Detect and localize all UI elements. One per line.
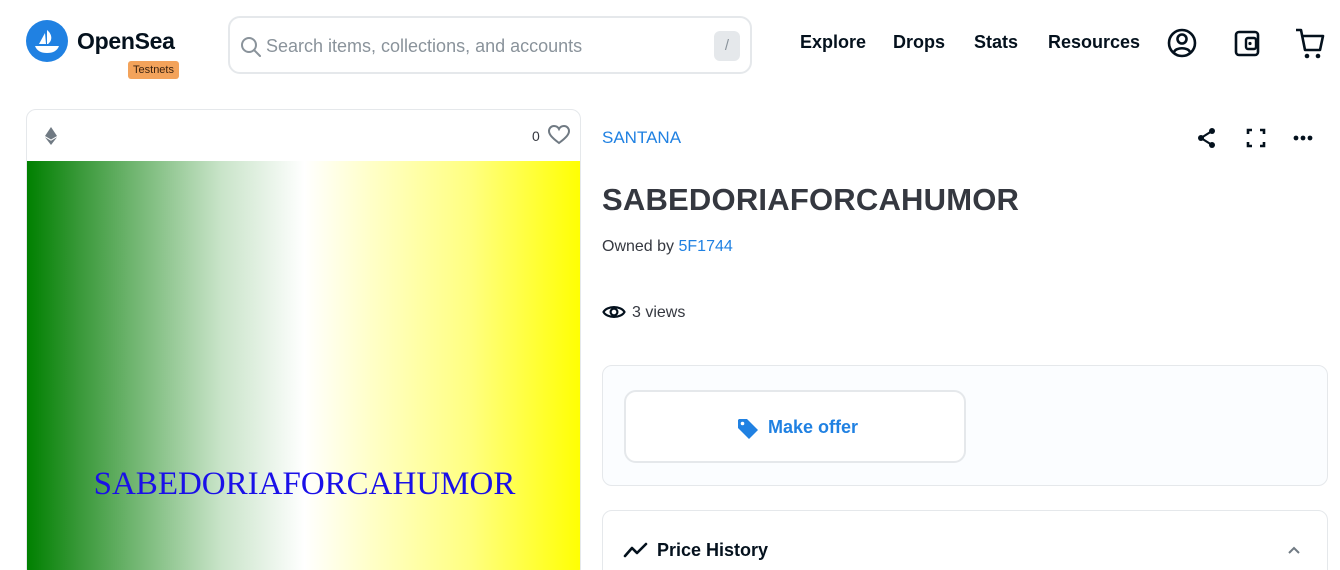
item-media-card: 0 SABEDORIAFORCAHUMOR bbox=[26, 109, 581, 570]
favorites-count: 0 bbox=[532, 128, 540, 144]
card-topbar: 0 bbox=[27, 110, 580, 161]
more-icon[interactable] bbox=[1292, 126, 1314, 150]
nav-drops[interactable]: Drops bbox=[893, 32, 945, 53]
cart-icon[interactable] bbox=[1294, 26, 1326, 62]
share-icon[interactable] bbox=[1196, 126, 1218, 150]
fullscreen-icon[interactable] bbox=[1245, 126, 1267, 150]
price-history-label: Price History bbox=[657, 540, 769, 560]
profile-icon[interactable] bbox=[1166, 26, 1198, 60]
views-label: 3 views bbox=[632, 304, 686, 321]
search-input[interactable] bbox=[266, 32, 726, 60]
eye-icon bbox=[602, 306, 626, 318]
item-title: SABEDORIAFORCAHUMOR bbox=[602, 182, 1020, 217]
top-header: OpenSea Testnets / Explore Drops Stats R… bbox=[0, 0, 1340, 90]
price-history-panel[interactable]: Price History bbox=[602, 510, 1328, 570]
tag-icon bbox=[738, 419, 758, 439]
offer-panel: Make offer bbox=[602, 365, 1328, 486]
chevron-up-icon[interactable] bbox=[1286, 544, 1302, 556]
ship-icon bbox=[35, 30, 59, 53]
make-offer-button[interactable]: Make offer bbox=[624, 390, 966, 463]
search-icon bbox=[241, 37, 261, 57]
nav-stats[interactable]: Stats bbox=[974, 32, 1018, 53]
ethereum-icon bbox=[45, 127, 57, 145]
opensea-logo[interactable] bbox=[26, 20, 68, 62]
brand-name[interactable]: OpenSea bbox=[77, 28, 175, 55]
nav-explore[interactable]: Explore bbox=[800, 32, 866, 53]
search-shortcut-hint: / bbox=[714, 31, 740, 61]
heart-icon[interactable] bbox=[548, 125, 570, 145]
trend-line-icon bbox=[623, 542, 648, 558]
owner-link[interactable]: 5F1744 bbox=[679, 238, 733, 255]
make-offer-label: Make offer bbox=[768, 417, 859, 437]
wallet-icon[interactable] bbox=[1233, 26, 1263, 60]
nft-artwork[interactable]: SABEDORIAFORCAHUMOR bbox=[27, 161, 580, 570]
owned-by-label: Owned by bbox=[602, 238, 675, 255]
nav-resources[interactable]: Resources bbox=[1048, 32, 1140, 53]
owned-by: Owned by 5F1744 bbox=[602, 238, 733, 256]
artwork-text: SABEDORIAFORCAHUMOR bbox=[93, 466, 516, 502]
collection-link[interactable]: SANTANA bbox=[602, 128, 681, 148]
network-badge: Testnets bbox=[128, 61, 179, 79]
search-bar[interactable]: / bbox=[228, 16, 752, 74]
